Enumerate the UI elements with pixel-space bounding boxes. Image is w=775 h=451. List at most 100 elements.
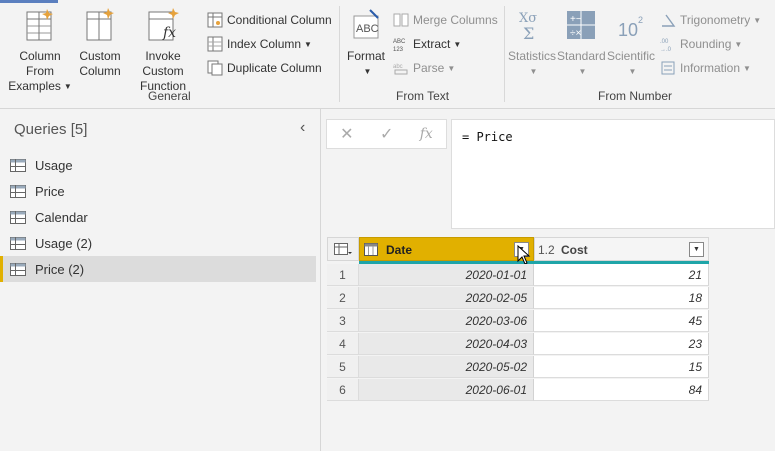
conditional-column-button[interactable]: Conditional Column (207, 10, 332, 30)
commit-icon[interactable]: ✓ (380, 124, 393, 144)
row-number[interactable]: 2 (327, 287, 359, 309)
extract-abc-123-icon: ABC 123 (393, 39, 406, 52)
rounding-button[interactable]: .00 →.0 Rounding ▼ (660, 34, 742, 54)
row-number[interactable]: 1 (327, 264, 359, 286)
cost-cell[interactable]: 18 (534, 287, 709, 309)
query-item-label: Usage (2) (35, 235, 93, 251)
query-item-usage-2[interactable]: Usage (2) (0, 230, 316, 256)
information-label: Information (680, 61, 741, 75)
duplicate-column-label: Duplicate Column (227, 61, 322, 75)
cost-cell[interactable]: 15 (534, 356, 709, 378)
row-number[interactable]: 4 (327, 333, 359, 355)
custom-column-button[interactable]: Custom Column (78, 8, 122, 79)
statistics-sigma-icon: XσΣ (519, 11, 537, 43)
chevron-down-icon: ▼ (753, 15, 762, 25)
chevron-down-icon: ▼ (304, 39, 312, 49)
cost-cell[interactable]: 23 (534, 333, 709, 355)
group-label-general: General (148, 89, 191, 103)
date-cell[interactable]: 2020-01-01 (359, 264, 534, 286)
group-separator (504, 6, 505, 102)
svg-text:.00: .00 (660, 39, 669, 45)
query-item-label: Price (2) (35, 261, 85, 277)
svg-text:+−: +− (570, 14, 582, 25)
query-item-price-2[interactable]: Price (2) (0, 256, 316, 282)
query-item-label: Usage (35, 157, 73, 173)
format-label: Format (346, 49, 385, 63)
date-cell[interactable]: 2020-04-03 (359, 333, 534, 355)
query-item-label: Calendar (35, 209, 88, 225)
column-from-examples-label-1: Column From (19, 49, 61, 78)
chevron-down-icon: ▼ (447, 63, 456, 73)
standard-button[interactable]: +− ÷× Standard ▼ (557, 8, 606, 79)
merge-columns-button[interactable]: Merge Columns (393, 10, 498, 30)
table-icon (10, 262, 26, 276)
svg-text:→.0: →.0 (660, 47, 672, 52)
duplicate-column-button[interactable]: Duplicate Column (207, 58, 322, 78)
ribbon-tab-accent (0, 0, 58, 3)
cost-cell[interactable]: 84 (534, 379, 709, 401)
row-number[interactable]: 5 (327, 356, 359, 378)
index-column-icon (207, 36, 223, 52)
number-type-icon: 1.2 (538, 243, 555, 257)
fx-icon[interactable]: fx (420, 126, 433, 142)
queries-header: Queries [5] (14, 121, 88, 138)
duplicate-column-icon (207, 60, 223, 76)
cost-cell[interactable]: 45 (534, 310, 709, 332)
invoke-custom-function-button[interactable]: fx Invoke Custom Function (124, 8, 202, 94)
invoke-custom-function-label-1: Invoke Custom (142, 49, 184, 78)
collapse-pane-icon[interactable]: ‹ (300, 119, 305, 137)
group-label-from-number: From Number (598, 89, 673, 103)
group-label-from-text: From Text (396, 89, 450, 103)
svg-text:abc: abc (393, 64, 403, 70)
column-from-examples-button[interactable]: Column From Examples ▼ (4, 8, 76, 94)
custom-column-label-1: Custom (79, 49, 121, 63)
custom-column-label-2: Column (79, 64, 121, 78)
filter-dropdown-icon[interactable]: ▼ (689, 242, 704, 257)
parse-button[interactable]: abc Parse ▼ (393, 58, 455, 78)
main-area: ✕ ✓ fx = Price Date ▼ 1.2 Cost ▼ 1 2020-… (321, 109, 775, 451)
index-column-button[interactable]: Index Column ▼ (207, 34, 312, 54)
date-cell[interactable]: 2020-05-02 (359, 356, 534, 378)
date-cell[interactable]: 2020-06-01 (359, 379, 534, 401)
svg-text:ABC: ABC (356, 23, 379, 35)
svg-text:÷×: ÷× (570, 28, 581, 39)
cost-cell[interactable]: 21 (534, 264, 709, 286)
svg-text:fx: fx (162, 25, 176, 41)
query-item-calendar[interactable]: Calendar (0, 204, 316, 230)
chevron-down-icon: ▼ (453, 39, 462, 49)
table-menu-button[interactable] (327, 237, 359, 261)
conditional-column-icon (207, 12, 223, 28)
mouse-pointer-icon (517, 245, 531, 265)
standard-label: Standard (557, 49, 606, 63)
rounding-label: Rounding (680, 37, 732, 51)
query-item-price[interactable]: Price (0, 178, 316, 204)
chevron-down-icon: ▼ (63, 82, 72, 92)
scientific-power-icon: 10 2 (618, 15, 643, 40)
column-header-cost[interactable]: 1.2 Cost ▼ (534, 237, 709, 261)
column-header-date[interactable]: Date ▼ (359, 237, 534, 261)
column-from-examples-label-2: Examples ▼ (4, 79, 76, 94)
trigonometry-button[interactable]: Trigonometry ▼ (660, 10, 761, 30)
date-cell[interactable]: 2020-02-05 (359, 287, 534, 309)
query-item-usage[interactable]: Usage (0, 152, 316, 178)
scientific-button[interactable]: 10 2 Scientific ▼ (607, 8, 655, 79)
standard-operators-icon: +− ÷× (567, 11, 595, 39)
format-button[interactable]: ABC Format ▼ (344, 8, 388, 79)
group-separator (339, 6, 340, 102)
extract-button[interactable]: ABC 123 Extract ▼ (393, 34, 461, 54)
cancel-icon[interactable]: ✕ (340, 124, 353, 144)
information-icon (661, 61, 675, 75)
row-number[interactable]: 6 (327, 379, 359, 401)
merge-columns-icon (393, 13, 409, 27)
row-number[interactable]: 3 (327, 310, 359, 332)
information-button[interactable]: Information ▼ (660, 58, 751, 78)
date-cell[interactable]: 2020-03-06 (359, 310, 534, 332)
chevron-down-icon: ▼ (734, 39, 743, 49)
column-header-label: Date (386, 243, 413, 257)
rounding-icon: .00→.0 (660, 39, 672, 52)
parse-icon: abc (393, 64, 408, 75)
svg-text:123: 123 (393, 47, 404, 52)
format-abc-icon: ABC (353, 9, 379, 39)
formula-input[interactable]: = Price (451, 119, 775, 229)
statistics-button[interactable]: Xσ Σ Statistics ▼ (508, 8, 556, 79)
